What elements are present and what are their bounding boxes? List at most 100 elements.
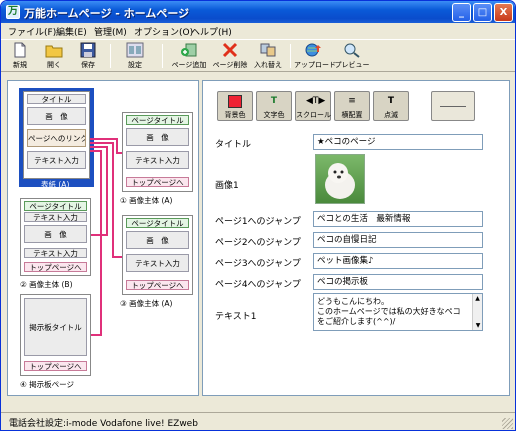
scroll-down-arrow-icon[interactable]: ▼ — [473, 321, 482, 330]
text1-textarea[interactable]: どうもこんにちわ。 このホームページでは私の大好きなペコ をご紹介します(^^)… — [313, 293, 483, 331]
page2-text-input-top-block: テキスト入力 — [24, 212, 87, 222]
page3-thumbnail[interactable]: ページタイトル 画 像 テキスト入力 トップページへ — [122, 215, 193, 295]
link-connector — [91, 334, 102, 336]
link1-label: ページ1へのジャンプ — [215, 217, 301, 227]
textarea-scrollbar[interactable]: ▲ ▼ — [472, 294, 482, 330]
link-connector — [100, 150, 102, 336]
close-button[interactable]: X — [494, 3, 513, 22]
title-bar: 万 万能ホームページ - ホームページ _ □ X — [1, 1, 515, 23]
bg-color-icon — [228, 95, 242, 108]
maximize-button[interactable]: □ — [473, 3, 492, 22]
cover-page-caption: 表紙 (A) — [41, 180, 70, 189]
cover-text-input-block: テキスト入力 — [27, 151, 86, 169]
text-color-icon: T — [270, 96, 278, 106]
text1-line: このホームページでは私の大好きなペコ — [317, 307, 461, 316]
page2-image-block: 画 像 — [24, 225, 87, 243]
page3-to-top-block: トップページへ — [126, 280, 189, 290]
page4-caption: ④ 掲示板ページ — [20, 380, 74, 389]
minimize-button[interactable]: _ — [452, 3, 471, 22]
page2-text-input-bottom-block: テキスト入力 — [24, 248, 87, 258]
add-page-button[interactable]: ページ追加 — [167, 41, 211, 71]
save-button[interactable]: 保存 — [73, 41, 103, 71]
align-center-icon: ≡ — [348, 96, 356, 106]
dog-photo-icon — [325, 163, 355, 199]
menu-edit[interactable]: 編集(E) — [56, 25, 87, 38]
upload-button[interactable]: アップロード — [294, 41, 336, 71]
page2-caption: ② 画像主体 (B) — [20, 280, 73, 289]
bg-color-button[interactable]: 背景色 — [217, 91, 253, 121]
image1-photo[interactable] — [315, 154, 365, 204]
link3-label: ページ3へのジャンプ — [215, 259, 301, 269]
open-button[interactable]: 開く — [39, 41, 69, 71]
text-color-button[interactable]: T 文字色 — [256, 91, 292, 121]
swap-button[interactable]: 入れ替え — [251, 41, 285, 71]
delete-x-icon — [222, 42, 238, 58]
cover-title-block: タイトル — [27, 94, 86, 104]
cover-page-thumbnail[interactable]: タイトル 画 像 ページへのリンク テキスト入力 — [23, 91, 90, 179]
new-document-icon — [14, 42, 26, 58]
folder-icon — [45, 45, 63, 58]
toolbar-separator — [162, 44, 163, 68]
text1-line: をご紹介します(^^)/ — [317, 317, 396, 326]
page1-text-input-block: テキスト入力 — [126, 151, 189, 169]
blink-button[interactable]: T 点滅 — [373, 91, 409, 121]
toolbar-separator — [110, 44, 111, 68]
settings-icon — [126, 42, 144, 58]
menu-file[interactable]: ファイル(F) — [8, 25, 56, 38]
page2-thumbnail[interactable]: ページタイトル テキスト入力 画 像 テキスト入力 トップページへ — [20, 198, 91, 276]
link-connector — [116, 152, 122, 154]
page4-board-title-block: 掲示板タイトル — [24, 298, 87, 356]
settings-button[interactable]: 設定 — [114, 41, 156, 71]
page-layout-pane: タイトル 画 像 ページへのリンク テキスト入力 表紙 (A) ページタイトル … — [7, 80, 199, 396]
title-input[interactable]: ★ペコのページ — [313, 134, 483, 150]
menu-help[interactable]: ヘルプ(H) — [191, 25, 232, 38]
align-button[interactable]: ≡ 横配置 — [334, 91, 370, 121]
status-bar: 電話会社設定:i-mode Vodafone live! EZweb — [1, 412, 515, 430]
horizontal-rule-icon — [440, 106, 466, 107]
resize-grip-icon[interactable] — [502, 418, 513, 429]
menu-manage[interactable]: 管理(M) — [94, 25, 127, 38]
image1-label: 画像1 — [215, 181, 239, 191]
blink-text-icon: T — [387, 96, 395, 106]
preview-magnifier-icon — [344, 43, 360, 58]
page1-caption: ① 画像主体 (A) — [120, 196, 173, 205]
page4-to-top-block: トップページへ — [24, 361, 87, 371]
page1-to-top-block: トップページへ — [126, 177, 189, 187]
toolbar: 新規 開く 保存 設定 ページ追加 ページ削除 入れ替え アップロード プレビュ… — [1, 40, 515, 72]
page3-title-block: ページタイトル — [126, 218, 189, 228]
link-connector — [106, 146, 108, 236]
page3-caption: ③ 画像主体 (A) — [120, 299, 173, 308]
link-connector — [112, 256, 122, 258]
scroll-up-arrow-icon[interactable]: ▲ — [473, 294, 482, 303]
page1-thumbnail[interactable]: ページタイトル 画 像 テキスト入力 トップページへ — [122, 112, 193, 192]
link-connector — [90, 142, 114, 144]
text1-line: どうもこんにちわ。 — [317, 297, 389, 306]
cover-image-block: 画 像 — [27, 107, 86, 125]
page-editor-pane: 背景色 T 文字色 ◀T▶ スクロール ≡ 横配置 T 点滅 タイトル ★ペコの… — [202, 80, 510, 396]
link2-input[interactable]: ペコの自慢日記 — [313, 232, 483, 248]
page4-thumbnail[interactable]: 掲示板タイトル トップページへ — [20, 294, 91, 376]
app-window: 万 万能ホームページ - ホームページ _ □ X ファイル(F) 編集(E) … — [0, 0, 516, 431]
page2-to-top-block: トップページへ — [24, 262, 87, 272]
page1-title-block: ページタイトル — [126, 115, 189, 125]
scroll-button[interactable]: ◀T▶ スクロール — [295, 91, 331, 121]
scroll-arrows-icon: ◀T▶ — [306, 96, 326, 106]
preview-button[interactable]: プレビュー — [334, 41, 370, 71]
page3-image-block: 画 像 — [126, 231, 189, 249]
rule-button[interactable] — [431, 91, 475, 121]
link1-input[interactable]: ペコとの生活 最新情報 — [313, 211, 483, 227]
delete-page-button[interactable]: ページ削除 — [211, 41, 249, 71]
add-page-icon — [181, 43, 197, 57]
carrier-settings-status: 電話会社設定:i-mode Vodafone live! EZweb — [9, 419, 198, 429]
text1-label: テキスト1 — [215, 312, 257, 322]
floppy-disk-icon — [80, 42, 96, 58]
link4-input[interactable]: ペコの掲示板 — [313, 274, 483, 290]
link4-label: ページ4へのジャンプ — [215, 280, 301, 290]
menu-options[interactable]: オプション(O) — [134, 25, 193, 38]
new-button[interactable]: 新規 — [5, 41, 35, 71]
link2-label: ページ2へのジャンプ — [215, 238, 301, 248]
page2-title-block: ページタイトル — [24, 201, 87, 211]
link-connector — [116, 138, 118, 153]
swap-pages-icon — [260, 43, 276, 57]
link3-input[interactable]: ペット画像集♪ — [313, 253, 483, 269]
